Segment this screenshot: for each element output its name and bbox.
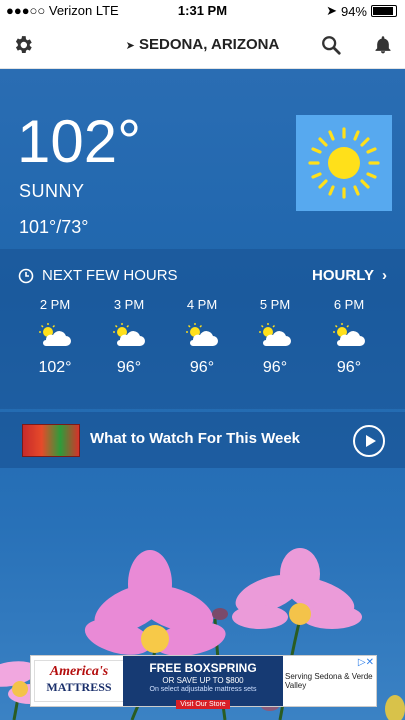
ad-subhead: OR SAVE UP TO $800 bbox=[162, 676, 244, 685]
navigation-arrow-icon: ➤ bbox=[125, 40, 135, 52]
current-temperature: 102° bbox=[17, 108, 142, 175]
ad-serving-text: Serving Sedona & Verde Valley bbox=[285, 672, 373, 690]
hour-temperature: 102° bbox=[38, 359, 72, 376]
ad-promo: FREE BOXSPRING OR SAVE UP TO $800 On sel… bbox=[123, 656, 283, 709]
hour-item[interactable]: 3 PM 96° bbox=[99, 297, 159, 377]
hour-time: 2 PM bbox=[39, 297, 71, 312]
hour-time: 6 PM bbox=[333, 297, 365, 312]
hourly-forecast-panel: NEXT FEW HOURS HOURLY › 2 PM 102° 3 PM 9… bbox=[0, 249, 405, 409]
status-bar: ●●●○○ Verizon LTE 1:31 PM ➤ 94% bbox=[0, 0, 405, 22]
ad-cta-button[interactable]: Visit Our Store bbox=[176, 700, 230, 709]
app-header: ➤ SEDONA, ARIZONA bbox=[0, 22, 405, 69]
hour-time: 3 PM bbox=[113, 297, 145, 312]
ad-brand-logo: America's MATTRESS bbox=[34, 660, 124, 702]
play-icon[interactable] bbox=[353, 425, 385, 457]
status-right: ➤ 94% bbox=[326, 3, 397, 19]
condition-icon-tile bbox=[296, 115, 392, 211]
adchoices-icon[interactable]: ▷✕ bbox=[358, 657, 374, 668]
ad-headline: FREE BOXSPRING bbox=[149, 661, 257, 675]
advertisement-banner[interactable]: America's MATTRESS FREE BOXSPRING OR SAV… bbox=[30, 655, 377, 709]
ad-fineprint: On select adjustable mattress sets bbox=[149, 686, 257, 693]
partly-sunny-icon bbox=[113, 323, 145, 346]
ad-brand-line2: MATTRESS bbox=[46, 680, 112, 694]
video-promo-row[interactable]: What to Watch For This Week bbox=[0, 412, 405, 468]
bell-icon bbox=[375, 36, 391, 54]
partly-sunny-icon bbox=[259, 323, 291, 346]
location-arrow-icon: ➤ bbox=[326, 3, 337, 18]
hour-item[interactable]: 5 PM 96° bbox=[245, 297, 305, 377]
chevron-right-icon: › bbox=[382, 267, 387, 284]
hourly-link-label: HOURLY bbox=[312, 267, 374, 284]
location-name: SEDONA, ARIZONA bbox=[139, 36, 280, 53]
clock-icon bbox=[18, 268, 34, 283]
hour-item[interactable]: 2 PM 102° bbox=[25, 297, 85, 377]
next-hours-title: NEXT FEW HOURS bbox=[42, 267, 178, 284]
search-icon bbox=[322, 36, 341, 55]
partly-sunny-icon bbox=[186, 323, 218, 346]
battery-icon bbox=[371, 5, 397, 17]
partly-sunny-icon bbox=[333, 323, 365, 346]
hour-temperature: 96° bbox=[189, 359, 215, 376]
next-hours-header: NEXT FEW HOURS bbox=[18, 267, 178, 284]
sun-icon bbox=[308, 127, 380, 199]
hour-item[interactable]: 6 PM 96° bbox=[319, 297, 379, 377]
video-thumbnail bbox=[22, 424, 80, 457]
hour-time: 4 PM bbox=[186, 297, 218, 312]
high-low-temperature: 101°/73° bbox=[19, 217, 89, 237]
hour-temperature: 96° bbox=[336, 359, 362, 376]
hour-time: 5 PM bbox=[259, 297, 291, 312]
partly-sunny-icon bbox=[39, 323, 71, 346]
hour-temperature: 96° bbox=[262, 359, 288, 376]
notifications-button[interactable] bbox=[368, 30, 398, 60]
video-title: What to Watch For This Week bbox=[90, 430, 301, 447]
current-condition: SUNNY bbox=[19, 181, 85, 201]
hourly-link[interactable]: HOURLY › bbox=[312, 267, 387, 284]
battery-percent: 94% bbox=[340, 3, 367, 19]
ad-brand-line1: America's bbox=[49, 664, 109, 679]
hour-item[interactable]: 4 PM 96° bbox=[172, 297, 232, 377]
weather-main: 102° SUNNY 101°/73° NEXT FEW HOURS HOURL… bbox=[0, 69, 405, 720]
search-button[interactable] bbox=[316, 30, 346, 60]
hour-temperature: 96° bbox=[116, 359, 142, 376]
